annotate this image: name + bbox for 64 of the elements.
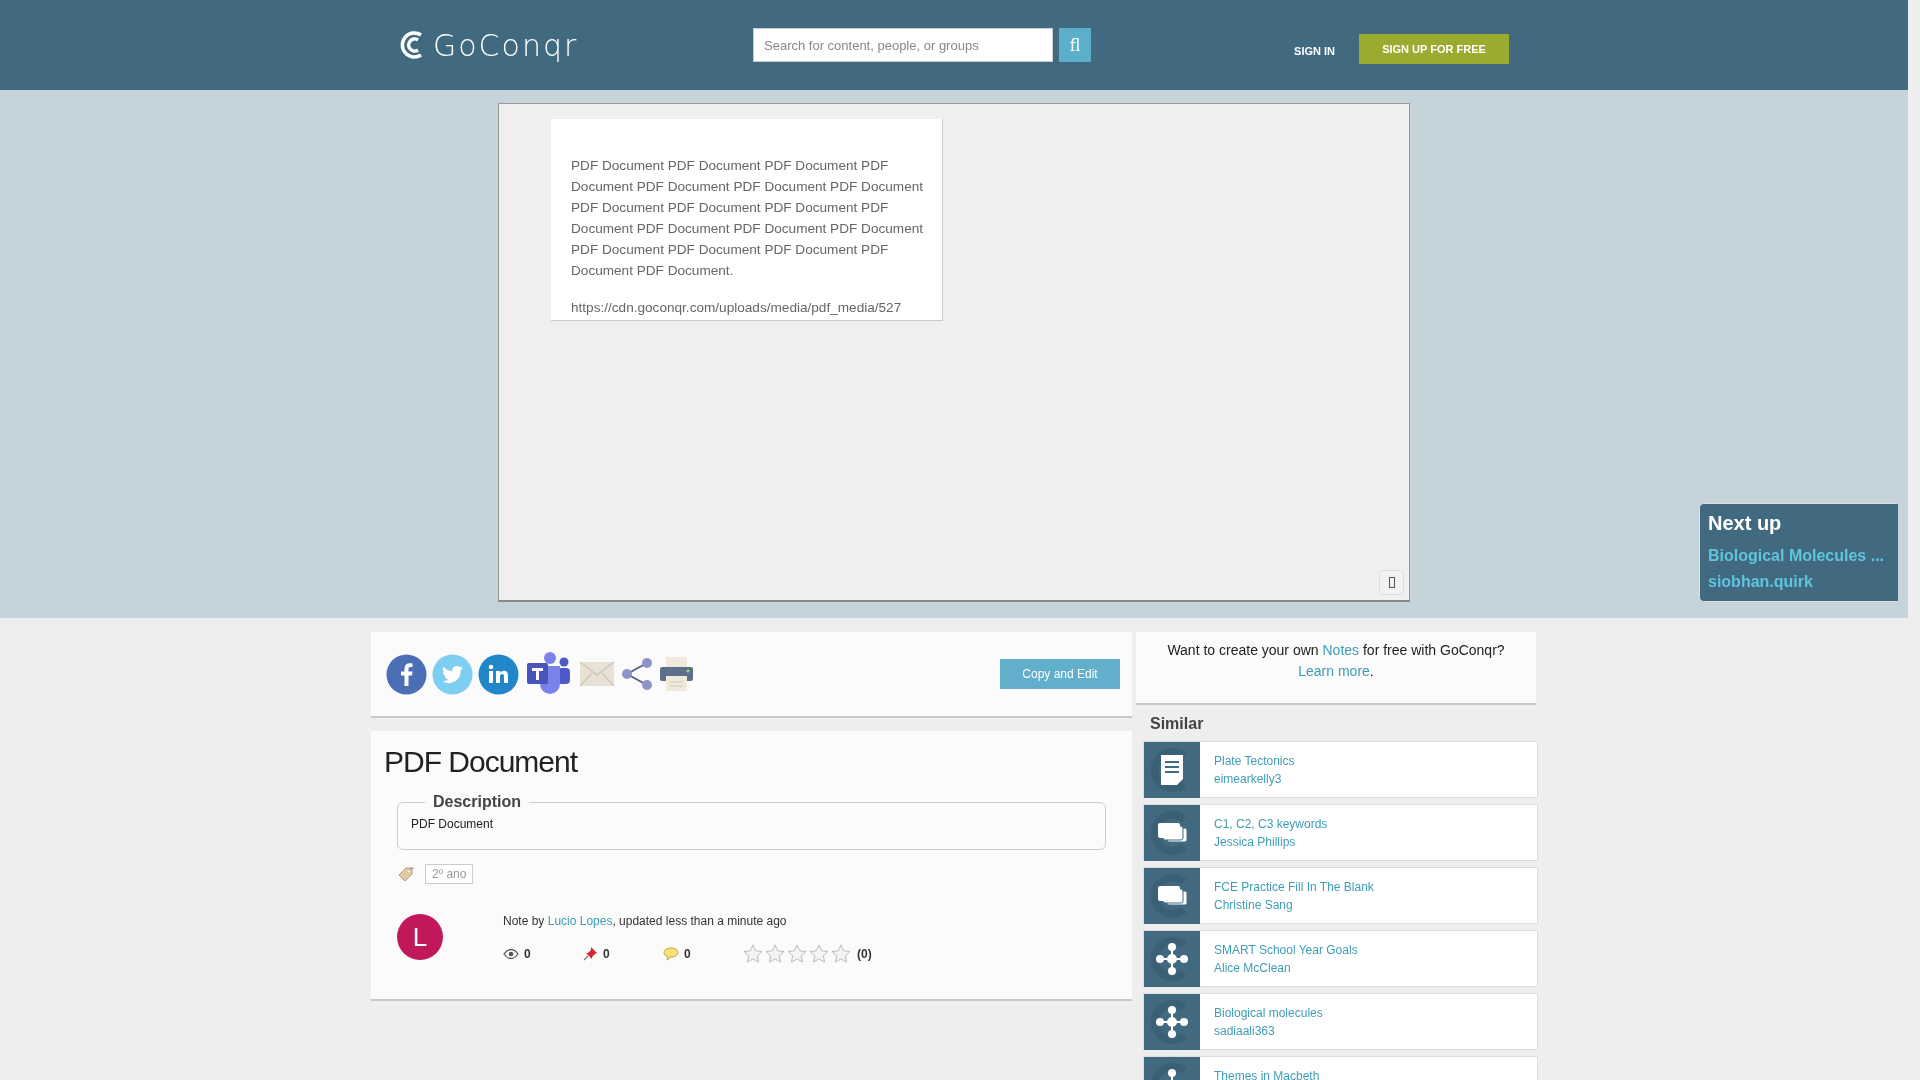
facebook-icon[interactable]: [386, 653, 427, 695]
speech-bubble-icon: [663, 946, 679, 961]
description-heading: Description: [432, 793, 522, 811]
notes-link[interactable]: Notes: [1322, 642, 1360, 658]
note-title: PDF Document: [384, 745, 579, 779]
star-icon[interactable]: [809, 944, 829, 963]
star-icon[interactable]: [743, 944, 763, 963]
note-byline: Note by Lucio Lopes, updated less than a minute ago: [503, 914, 788, 928]
star-icon[interactable]: [831, 944, 851, 963]
sign-in-link[interactable]: SIGN IN: [1294, 45, 1335, 57]
linkedin-icon[interactable]: [478, 653, 519, 695]
learn-more-link[interactable]: Learn more: [1298, 663, 1370, 679]
document-url: https://cdn.goconqr.com/uploads/media/pdf_media/527: [571, 299, 903, 317]
author-avatar: L: [397, 914, 443, 960]
pins-count: 0: [603, 946, 610, 961]
flashcards-icon: [1144, 868, 1200, 924]
document-text: PDF Document PDF Document PDF Document PDF Document PDF Document PDF Document PDF Document PDF Document PDF Document PDF Document PDF Document PDF Document PDF Document PDF Document PDF Document PDF Document PDF Document PDF Document PDF Document.: [571, 157, 925, 280]
viewer-button[interactable]: [1379, 570, 1404, 595]
copy-and-edit-button[interactable]: Copy and Edit: [1000, 659, 1120, 689]
tag-label[interactable]: 2º ano: [425, 864, 474, 884]
similar-item[interactable]: C1, C2, C3 keywords Jessica Phillips: [1143, 804, 1538, 861]
comments-count: 0: [684, 946, 691, 961]
pin-icon: [583, 946, 598, 961]
similar-title[interactable]: Biological molecules: [1214, 1006, 1323, 1020]
similar-author[interactable]: eimearkelly3: [1214, 772, 1295, 786]
next-up-heading: Next up: [1708, 512, 1783, 535]
next-up-author[interactable]: siobhan.quirk: [1708, 569, 1890, 595]
twitter-icon[interactable]: [432, 653, 473, 695]
promo-text: Want to create your own Notes for free with GoConqr? Learn more.: [1136, 632, 1536, 705]
similar-item[interactable]: Plate Tectonics eimearkelly3: [1143, 741, 1538, 798]
similar-title[interactable]: Themes in Macbeth: [1214, 1069, 1320, 1080]
similar-item[interactable]: Themes in Macbeth: [1143, 1056, 1538, 1080]
similar-author[interactable]: Jessica Phillips: [1214, 835, 1328, 849]
tag-icon: [397, 865, 415, 883]
search-button[interactable]: fl: [1059, 28, 1091, 62]
similar-item[interactable]: FCE Practice Fill In The Blank Christine Sang: [1143, 867, 1538, 924]
search-field[interactable]: Search for content, people, or groups: [753, 28, 1053, 62]
next-up-title[interactable]: Biological Molecules ...: [1708, 543, 1890, 569]
views-count: 0: [524, 946, 531, 961]
similar-item[interactable]: SMART School Year Goals Alice McClean: [1143, 930, 1538, 987]
similar-title[interactable]: FCE Practice Fill In The Blank: [1214, 880, 1374, 894]
rectangle-icon: [1388, 577, 1395, 588]
rating-count: (0): [857, 946, 872, 961]
eye-icon: [503, 948, 519, 959]
similar-author[interactable]: sadiaali363: [1214, 1024, 1323, 1038]
star-icon[interactable]: [765, 944, 785, 963]
mindmap-icon: [1144, 931, 1200, 987]
flashcards-icon: [1144, 805, 1200, 861]
similar-author[interactable]: Alice McClean: [1214, 961, 1358, 975]
similar-title[interactable]: SMART School Year Goals: [1214, 943, 1358, 957]
envelope-icon[interactable]: [579, 661, 615, 687]
sign-up-button[interactable]: SIGN UP FOR FREE: [1359, 34, 1509, 64]
similar-title[interactable]: C1, C2, C3 keywords: [1214, 817, 1328, 831]
similar-heading: Similar: [1150, 715, 1205, 733]
logo-text[interactable]: GoConqr: [433, 27, 579, 63]
similar-item[interactable]: Biological molecules sadiaali363: [1143, 993, 1538, 1050]
share-icon[interactable]: [620, 657, 654, 691]
description-text: PDF Document: [411, 817, 495, 831]
mindmap-icon: [1144, 994, 1200, 1050]
printer-icon[interactable]: [659, 656, 694, 692]
star-icon[interactable]: [787, 944, 807, 963]
similar-title[interactable]: Plate Tectonics: [1214, 754, 1295, 768]
note-icon: [1144, 742, 1200, 798]
similar-author[interactable]: Christine Sang: [1214, 898, 1374, 912]
